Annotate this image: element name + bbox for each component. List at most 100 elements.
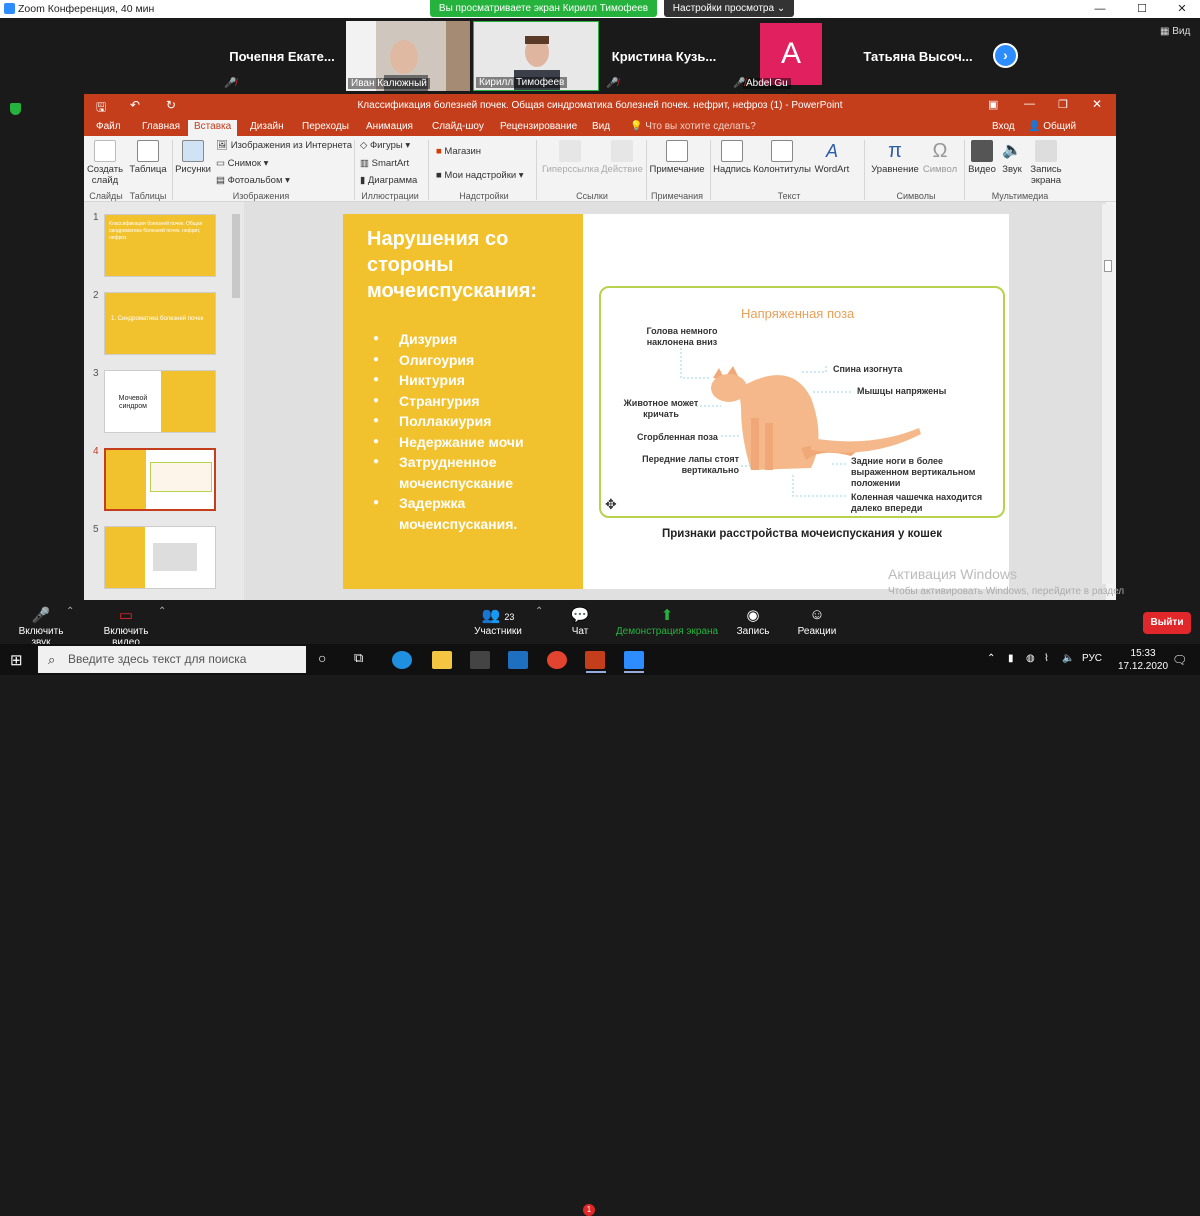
pictures-button[interactable]: Рисунки [174, 140, 212, 175]
close-button[interactable]: ✕ [1160, 0, 1200, 18]
equation-button[interactable]: π Уравнение [870, 140, 920, 175]
mic-muted-icon: 🎤 [31, 607, 51, 624]
participant-tile[interactable]: Татьяна Высоч... [856, 21, 980, 91]
canvas-scrollbar[interactable] [1102, 204, 1114, 584]
screenshot-button[interactable]: ▭ Снимок ▾ [216, 158, 268, 169]
windows-start-icon[interactable]: ⊞ [10, 651, 23, 669]
language-indicator[interactable]: РУС [1082, 653, 1102, 664]
ribbon-display-icon[interactable]: ▣ [988, 98, 998, 111]
maximize-button[interactable]: ☐ [1120, 0, 1164, 18]
powerpoint-icon[interactable] [585, 651, 605, 669]
shapes-button[interactable]: ◇ Фигуры ▾ [360, 140, 410, 151]
photo-album-button[interactable]: ▤ Фотоальбом ▾ [216, 175, 290, 186]
participant-tile[interactable]: Кристина Кузь... 🎤̸ [602, 21, 726, 91]
ppt-close-button[interactable]: ✕ [1092, 97, 1102, 111]
slide-thumbnails-pane: 1 Классификация болезней почек. Общая си… [84, 202, 244, 602]
symbol-button[interactable]: Ω Символ [920, 140, 960, 175]
leave-meeting-button[interactable]: Выйти [1143, 612, 1191, 634]
chart-button[interactable]: ▮ Диаграмма [360, 175, 417, 186]
participant-video-tile[interactable]: Иван Калюжный [346, 21, 470, 91]
comment-button[interactable]: Примечание [648, 140, 706, 175]
current-slide[interactable]: Нарушения со стороны мочеиспускания: Диз… [343, 214, 1009, 589]
smartart-button[interactable]: ▥ SmartArt [360, 158, 409, 169]
view-settings-button[interactable]: Настройки просмотра ⌄ [664, 0, 794, 17]
participants-button[interactable]: 👥 23 Участники [470, 606, 526, 637]
online-pictures-button[interactable]: 🖼 Изображения из Интернета [216, 140, 352, 151]
security-shield-icon[interactable] [10, 103, 21, 115]
task-view-icon[interactable]: ⧉ [354, 650, 363, 666]
audio-button[interactable]: 🔈 Звук [998, 140, 1026, 175]
share-button[interactable]: 👤 Общий доступ [1022, 120, 1116, 146]
video-button[interactable]: Видео [966, 140, 998, 175]
slide-thumbnail[interactable] [104, 526, 216, 589]
avatar: A [760, 23, 822, 85]
clock[interactable]: 15:33 17.12.2020 [1118, 647, 1168, 673]
tab-insert[interactable]: Вставка [188, 120, 238, 136]
header-footer-button[interactable]: Колонтитулы [752, 140, 812, 175]
audio-options-caret[interactable]: ⌃ [66, 606, 74, 617]
store-button[interactable]: ■ Магазин [436, 146, 481, 157]
start-video-button[interactable]: ▭ Включить видео [89, 606, 163, 648]
network-icon[interactable]: ⌇ [1044, 653, 1049, 664]
tab-design[interactable]: Дизайн [244, 120, 290, 136]
mail-icon[interactable] [508, 651, 528, 669]
file-explorer-icon[interactable] [432, 651, 452, 669]
zoom-icon[interactable] [624, 651, 644, 669]
mic-muted-icon: 🎤̸ [733, 78, 746, 89]
minimize-button[interactable]: — [1078, 0, 1122, 18]
tab-animations[interactable]: Анимация [360, 120, 419, 136]
reactions-button[interactable]: ☺ Реакции [792, 606, 842, 637]
video-options-caret[interactable]: ⌃ [158, 606, 166, 617]
view-button[interactable]: ▦ Вид [1160, 26, 1190, 37]
slide-thumbnail[interactable]: Мочевой синдром [104, 370, 216, 433]
textbox-button[interactable]: Надпись [712, 140, 752, 175]
hyperlink-button[interactable]: Гиперссылка [542, 140, 599, 175]
tab-slideshow[interactable]: Слайд-шоу [426, 120, 490, 136]
cortana-icon[interactable]: ○ [318, 650, 326, 666]
ppt-minimize-button[interactable]: — [1024, 98, 1035, 110]
chat-button[interactable]: 💬 Чат [562, 606, 598, 637]
mic-muted-icon: 🎤̸ [224, 78, 237, 89]
slide-thumbnail-selected[interactable] [104, 448, 216, 511]
tab-file[interactable]: Файл [90, 120, 127, 136]
participant-video-tile[interactable]: Кирилл Тимофеев [473, 21, 599, 91]
battery-icon[interactable]: ▮ [1008, 653, 1014, 664]
group-label: Слайды [89, 191, 123, 201]
reactions-icon: ☺ [809, 606, 825, 623]
notifications-icon[interactable]: 🗨 [1172, 653, 1187, 667]
search-icon: ⌕ [48, 652, 56, 667]
tray-chevron-icon[interactable]: ⌃ [987, 653, 995, 664]
volume-icon[interactable]: 🔈 [1062, 653, 1074, 664]
action-button[interactable]: Действие [600, 140, 644, 175]
participants-options-caret[interactable]: ⌃ [535, 606, 543, 617]
participant-tile[interactable]: A Abdel Gu 🎤̸ [729, 21, 853, 91]
ppt-maximize-button[interactable]: ❐ [1058, 98, 1068, 111]
participant-tile[interactable]: Почепня Екате... 🎤̸ [220, 21, 344, 91]
tab-review[interactable]: Рецензирование [494, 120, 583, 136]
chrome-icon[interactable] [547, 651, 567, 669]
tray-app-icon[interactable]: ◍ [1026, 653, 1035, 664]
wordart-button[interactable]: A WordArt [812, 140, 852, 175]
tab-view[interactable]: Вид [586, 120, 616, 136]
record-button[interactable]: ◉ Запись [733, 606, 773, 637]
taskbar-search-input[interactable]: Введите здесь текст для поиска [38, 646, 306, 673]
tab-transitions[interactable]: Переходы [296, 120, 355, 136]
screen-recording-button[interactable]: Запись экрана [1026, 140, 1066, 186]
next-page-arrow-icon[interactable]: › [993, 43, 1018, 68]
group-label: Примечания [651, 191, 703, 201]
slide-thumbnail[interactable]: 1. Синдроматика болезней почек [104, 292, 216, 355]
group-label: Надстройки [459, 191, 509, 201]
share-screen-button[interactable]: ⬆ Демонстрация экрана [615, 606, 719, 637]
thumbnails-scrollbar[interactable] [232, 214, 240, 298]
my-addins-button[interactable]: ■ Мои надстройки ▾ [436, 170, 524, 181]
store-icon[interactable] [470, 651, 490, 669]
tab-home[interactable]: Главная [136, 120, 186, 136]
unmute-button[interactable]: 🎤 Включить звук [8, 606, 74, 648]
sign-in-link[interactable]: Вход [986, 120, 1021, 136]
tell-me-search[interactable]: 💡 Что вы хотите сделать? [624, 120, 762, 136]
table-button[interactable]: Таблица [128, 140, 168, 175]
list-item: Странгурия [373, 391, 583, 412]
edge-icon[interactable] [392, 651, 412, 669]
new-slide-button[interactable]: Создать слайд [86, 140, 124, 186]
slide-thumbnail[interactable]: Классификация болезней почек. Общая синд… [104, 214, 216, 277]
